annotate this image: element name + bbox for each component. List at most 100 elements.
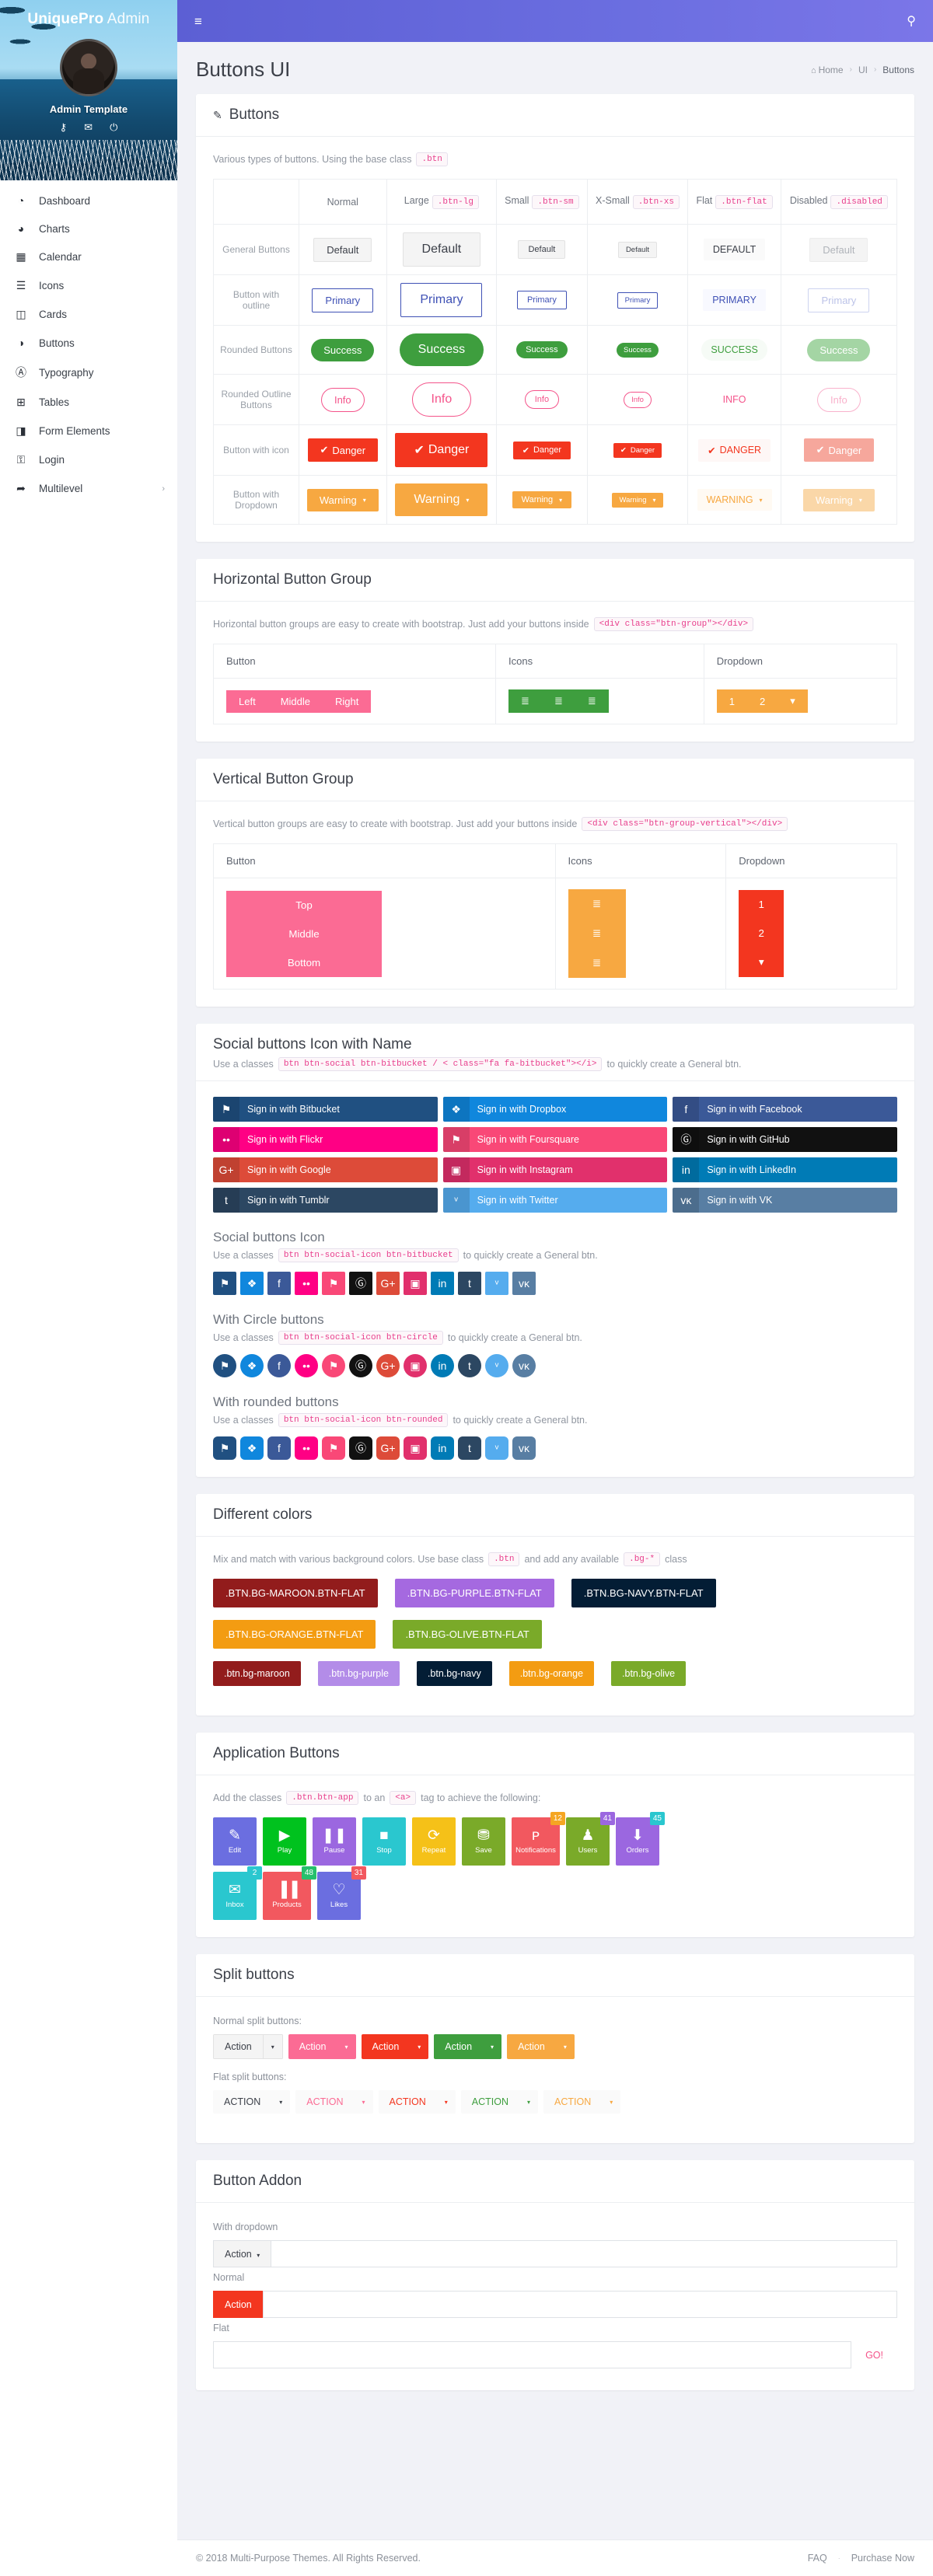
dropbox-icon[interactable]: ❖ bbox=[240, 1436, 264, 1460]
demo-button[interactable]: WARNING ▾ bbox=[697, 489, 772, 511]
demo-button[interactable]: Primary bbox=[312, 288, 374, 312]
vgroup-dropdown-2[interactable]: 2 bbox=[739, 919, 784, 948]
split-main-button[interactable]: ACTION bbox=[295, 2090, 355, 2114]
app-button-orders[interactable]: 45 ⬇ Orders bbox=[616, 1812, 665, 1866]
foursquare-icon[interactable]: ⚑ bbox=[322, 1436, 345, 1460]
demo-button[interactable]: INFO bbox=[713, 389, 756, 410]
vgroup-top-button[interactable]: Top bbox=[226, 890, 382, 920]
power-icon[interactable]: ⏻ bbox=[110, 122, 117, 132]
social-button-twitter[interactable]: ᵛ Sign in with Twitter bbox=[442, 1188, 668, 1213]
foursquare-icon[interactable]: ⚑ bbox=[322, 1354, 345, 1377]
color-button[interactable]: .BTN.BG-NAVY.BTN-FLAT bbox=[571, 1579, 716, 1607]
social-button-google-plus[interactable]: G+ Sign in with Google bbox=[213, 1157, 438, 1182]
social-button-foursquare[interactable]: ⚑ Sign in with Foursquare bbox=[442, 1127, 668, 1152]
addon-normal-input[interactable] bbox=[262, 2291, 897, 2318]
mail-icon[interactable]: ✉ bbox=[84, 122, 93, 132]
app-button-stop[interactable]: ■ Stop bbox=[362, 1817, 406, 1866]
demo-button[interactable]: Info bbox=[320, 387, 365, 412]
github-icon[interactable]: Ⓖ bbox=[349, 1354, 372, 1377]
sidebar-item-multilevel[interactable]: ➦ Multilevel › bbox=[0, 474, 177, 503]
social-button-linkedin[interactable]: in Sign in with LinkedIn bbox=[673, 1157, 897, 1182]
vgroup-dropdown-1[interactable]: 1 bbox=[739, 890, 784, 919]
app-button-repeat[interactable]: ⟳ Repeat bbox=[412, 1817, 456, 1866]
dropbox-icon[interactable]: ❖ bbox=[240, 1272, 264, 1295]
split-main-button[interactable]: ACTION bbox=[460, 2090, 519, 2114]
demo-button[interactable]: Success bbox=[617, 343, 659, 358]
social-button-vk[interactable]: ᴠᴋ Sign in with VK bbox=[673, 1188, 897, 1213]
hgroup-left-button[interactable]: Left bbox=[226, 689, 268, 713]
align-right-icon[interactable]: ≣ bbox=[575, 689, 609, 713]
demo-button[interactable]: Default bbox=[402, 232, 481, 267]
avatar[interactable] bbox=[60, 39, 117, 96]
app-button-edit[interactable]: ✎ Edit bbox=[213, 1817, 257, 1866]
addon-dropdown-input[interactable] bbox=[271, 2240, 897, 2267]
split-main-button[interactable]: Action bbox=[288, 2034, 337, 2059]
demo-button[interactable]: Primary bbox=[617, 291, 659, 309]
sidebar-item-login[interactable]: ⚿ Login bbox=[0, 445, 177, 474]
sidebar-item-tables[interactable]: ⊞ Tables bbox=[0, 388, 177, 417]
twitter-icon[interactable]: ᵛ bbox=[485, 1436, 508, 1460]
github-icon[interactable]: Ⓖ bbox=[349, 1272, 372, 1295]
split-main-button[interactable]: Action bbox=[507, 2034, 556, 2059]
split-main-button[interactable]: ACTION bbox=[213, 2090, 272, 2114]
google-plus-icon[interactable]: G+ bbox=[376, 1436, 400, 1460]
sidebar-item-calendar[interactable]: ▦ Calendar bbox=[0, 243, 177, 271]
chevron-down-icon[interactable]: ▾ bbox=[602, 2090, 621, 2114]
sidebar-item-dashboard[interactable]: ◔ Dashboard bbox=[0, 187, 177, 215]
hgroup-dropdown-2[interactable]: 2 bbox=[746, 689, 778, 713]
app-button-pause[interactable]: ❚❚ Pause bbox=[313, 1817, 356, 1866]
vgroup-middle-button[interactable]: Middle bbox=[226, 919, 382, 948]
sidebar-item-buttons[interactable]: ◑ Buttons bbox=[0, 329, 177, 357]
instagram-icon[interactable]: ▣ bbox=[404, 1436, 427, 1460]
bitbucket-icon[interactable]: ⚑ bbox=[213, 1436, 236, 1460]
align-left-icon[interactable]: ≣ bbox=[508, 689, 542, 713]
hgroup-dropdown-1[interactable]: 1 bbox=[716, 689, 747, 713]
split-main-button[interactable]: ACTION bbox=[543, 2090, 603, 2114]
flickr-icon[interactable]: •• bbox=[295, 1354, 318, 1377]
color-button[interactable]: .BTN.BG-ORANGE.BTN-FLAT bbox=[213, 1620, 376, 1649]
instagram-icon[interactable]: ▣ bbox=[404, 1354, 427, 1377]
demo-button[interactable]: Success bbox=[516, 341, 568, 358]
flickr-icon[interactable]: •• bbox=[295, 1436, 318, 1460]
foursquare-icon[interactable]: ⚑ bbox=[322, 1272, 345, 1295]
search-icon[interactable]: ⚲ bbox=[907, 13, 916, 29]
addon-dropdown-button[interactable]: Action ▾ bbox=[213, 2240, 271, 2267]
addon-action-button[interactable]: Action bbox=[213, 2291, 263, 2318]
demo-button[interactable]: Info bbox=[524, 390, 560, 409]
facebook-icon[interactable]: f bbox=[267, 1354, 291, 1377]
social-button-tumblr[interactable]: t Sign in with Tumblr bbox=[213, 1188, 438, 1213]
chevron-down-icon[interactable]: ▾ bbox=[410, 2034, 429, 2059]
color-button[interactable]: .btn.bg-olive bbox=[611, 1661, 687, 1686]
hgroup-middle-button[interactable]: Middle bbox=[267, 689, 323, 713]
breadcrumb-ui[interactable]: UI bbox=[858, 65, 868, 75]
hamburger-icon[interactable]: ≡ bbox=[194, 15, 202, 28]
demo-button[interactable]: ✔ Danger bbox=[307, 438, 379, 462]
chevron-down-icon[interactable]: ▾ bbox=[778, 689, 808, 713]
demo-button[interactable]: Primary bbox=[516, 291, 567, 309]
vk-icon[interactable]: ᴠᴋ bbox=[512, 1436, 536, 1460]
vk-icon[interactable]: ᴠᴋ bbox=[512, 1272, 536, 1295]
split-main-button[interactable]: ACTION bbox=[378, 2090, 437, 2114]
google-plus-icon[interactable]: G+ bbox=[376, 1354, 400, 1377]
google-plus-icon[interactable]: G+ bbox=[376, 1272, 400, 1295]
bitbucket-icon[interactable]: ⚑ bbox=[213, 1354, 236, 1377]
split-main-button[interactable]: Action bbox=[434, 2034, 484, 2059]
tumblr-icon[interactable]: t bbox=[458, 1272, 481, 1295]
demo-button[interactable]: Success bbox=[311, 338, 375, 361]
chevron-down-icon[interactable]: ▾ bbox=[354, 2090, 373, 2114]
app-button-inbox[interactable]: 2 ✉ Inbox bbox=[213, 1866, 262, 1920]
sidebar-item-cards[interactable]: ◫ Cards bbox=[0, 300, 177, 329]
color-button[interactable]: .btn.bg-purple bbox=[317, 1661, 400, 1686]
demo-button[interactable]: SUCCESS bbox=[701, 339, 767, 361]
social-button-dropbox[interactable]: ❖ Sign in with Dropbox bbox=[442, 1097, 668, 1122]
chevron-down-icon[interactable]: ▾ bbox=[337, 2034, 356, 2059]
facebook-icon[interactable]: f bbox=[267, 1272, 291, 1295]
instagram-icon[interactable]: ▣ bbox=[404, 1272, 427, 1295]
app-button-products[interactable]: 48 ▐▐ Products bbox=[263, 1866, 316, 1920]
chevron-down-icon[interactable]: ▾ bbox=[483, 2034, 502, 2059]
app-button-users[interactable]: 41 ♟ Users bbox=[566, 1812, 615, 1866]
demo-button[interactable]: Default bbox=[518, 240, 566, 259]
align-center-icon[interactable]: ≣ bbox=[541, 689, 575, 713]
demo-button[interactable]: Warning ▾ bbox=[512, 491, 572, 508]
demo-button[interactable]: PRIMARY bbox=[703, 289, 766, 311]
